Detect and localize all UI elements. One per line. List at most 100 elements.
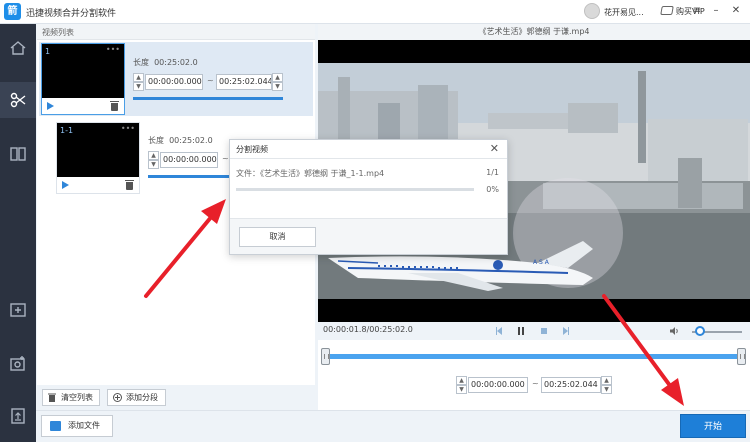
- length-label: 长度: [133, 58, 149, 67]
- up-arrow-icon[interactable]: ▲: [148, 151, 159, 160]
- scissors-icon: [10, 92, 26, 108]
- trash-icon[interactable]: [125, 180, 134, 190]
- clear-list-label: 清空列表: [61, 393, 93, 402]
- trash-icon[interactable]: [110, 101, 119, 111]
- preview-time-range: ▲ ▼ 00:00:00.000 ~ 00:25:02.044 ▲ ▼: [456, 376, 612, 394]
- play-icon[interactable]: [47, 102, 54, 110]
- timeline: [318, 346, 750, 366]
- end-time-stepper[interactable]: ▲ ▼: [601, 376, 612, 394]
- sidebar-item-export[interactable]: [0, 398, 36, 434]
- home-icon: [10, 41, 26, 55]
- diamond-icon: [660, 6, 674, 15]
- cancel-button[interactable]: 取消: [239, 227, 316, 247]
- timeline-track[interactable]: [324, 354, 744, 359]
- clip-label: 1-1: [60, 126, 74, 135]
- dialog-file-name: 文件：《艺术生活》郭德纲 于谦_1-1.mp4: [236, 169, 385, 178]
- sidebar-item-media-settings[interactable]: [0, 346, 36, 382]
- down-arrow-icon[interactable]: ▼: [601, 385, 612, 394]
- range-separator: ~: [207, 76, 214, 85]
- forward-icon[interactable]: [563, 327, 571, 335]
- timeline-end-handle[interactable]: [737, 348, 746, 365]
- add-segment-label: 添加分段: [126, 393, 158, 402]
- sidebar-item-home[interactable]: [0, 30, 36, 66]
- thumbnail-toolbar: [42, 98, 124, 114]
- video-list-title: 视频列表: [42, 28, 74, 37]
- thumbnail-toolbar: [57, 177, 139, 193]
- split-video-dialog: 分割视频 ✕ 文件：《艺术生活》郭德纲 于谦_1-1.mp4 1/1 0% 取消: [229, 139, 508, 255]
- sidebar-item-merge[interactable]: [0, 136, 36, 172]
- more-icon[interactable]: •••: [106, 45, 120, 54]
- menu-icon[interactable]: ≡: [690, 4, 704, 18]
- clear-list-button[interactable]: 清空列表: [42, 389, 100, 406]
- clip-thumbnail[interactable]: 1 •••: [41, 43, 125, 115]
- username[interactable]: 花开易见...: [604, 7, 644, 18]
- clip-time-range: ▲ ▼ 00:00:00.000 ~ 00:25:02.044 ▲ ▼: [133, 73, 283, 91]
- down-arrow-icon[interactable]: ▼: [456, 385, 467, 394]
- close-icon[interactable]: ✕: [490, 142, 499, 155]
- play-icon[interactable]: [62, 181, 69, 189]
- start-time-stepper[interactable]: ▲ ▼: [456, 376, 467, 394]
- up-arrow-icon[interactable]: ▲: [272, 73, 283, 82]
- avatar[interactable]: [584, 3, 600, 19]
- length-label: 长度: [148, 136, 164, 145]
- split-progress-bar: [236, 188, 474, 191]
- range-end-input[interactable]: 00:25:02.044: [541, 377, 601, 393]
- rewind-icon[interactable]: [494, 327, 502, 335]
- start-time-input[interactable]: 00:00:00.000: [160, 152, 218, 168]
- export-icon: [11, 408, 25, 424]
- aircraft-lettering: A S A: [533, 259, 550, 266]
- length-value: 00:25:02.0: [154, 58, 198, 67]
- dialog-footer: 取消: [230, 218, 507, 254]
- down-arrow-icon[interactable]: ▼: [272, 82, 283, 91]
- close-icon[interactable]: ✕: [729, 4, 743, 18]
- up-arrow-icon[interactable]: ▲: [133, 73, 144, 82]
- sidebar-item-split[interactable]: [0, 82, 36, 118]
- more-icon[interactable]: •••: [121, 124, 135, 133]
- player-controls: 00:00:01.8/00:25:02.0: [318, 322, 750, 340]
- preview-title: 《艺术生活》郭德纲 于谦.mp4: [318, 24, 750, 40]
- merge-icon: [10, 147, 26, 161]
- timeline-start-handle[interactable]: [321, 348, 330, 365]
- list-item[interactable]: 1 ••• 长度 00:25:02.0 ▲ ▼ 00:00:00.000 ~ 00…: [39, 42, 313, 116]
- clip-thumbnail[interactable]: 1-1 •••: [56, 122, 140, 194]
- pause-icon[interactable]: [517, 327, 525, 335]
- video-list-header: 视频列表: [37, 24, 315, 40]
- stop-icon[interactable]: [540, 327, 548, 335]
- volume-knob[interactable]: [695, 326, 705, 336]
- current-time: 00:00:01.8/00:25:02.0: [323, 325, 413, 334]
- clip-range-bar: [148, 175, 230, 178]
- sidebar: [0, 24, 36, 442]
- title-bar: 箭 迅捷视频合并分割软件 花开易见... 购买VIP ≡ – ✕: [0, 0, 750, 24]
- end-time-stepper[interactable]: ▲ ▼: [272, 73, 283, 91]
- split-progress-percent: 0%: [486, 185, 499, 194]
- up-arrow-icon[interactable]: ▲: [456, 376, 467, 385]
- add-file-label: 添加文件: [68, 421, 100, 430]
- add-clip-icon: [10, 303, 26, 317]
- add-circle-icon: [113, 393, 122, 402]
- dialog-header: 分割视频 ✕: [230, 140, 507, 159]
- start-button[interactable]: 开始: [680, 414, 746, 438]
- bottom-bar: 添加文件 开始: [36, 410, 750, 442]
- down-arrow-icon[interactable]: ▼: [133, 82, 144, 91]
- range-separator: ~: [532, 379, 539, 388]
- clip-length: 长度 00:25:02.0: [148, 135, 213, 146]
- range-separator: ~: [222, 154, 229, 163]
- add-segment-button[interactable]: 添加分段: [107, 389, 166, 406]
- start-time-stepper[interactable]: ▲ ▼: [133, 73, 144, 91]
- app-title: 迅捷视频合并分割软件: [26, 9, 117, 19]
- clip-length: 长度 00:25:02.0: [133, 57, 198, 68]
- up-arrow-icon[interactable]: ▲: [601, 376, 612, 385]
- start-time-input[interactable]: 00:00:00.000: [145, 74, 203, 90]
- length-value: 00:25:02.0: [169, 136, 213, 145]
- add-file-button[interactable]: 添加文件: [41, 415, 113, 437]
- down-arrow-icon[interactable]: ▼: [148, 160, 159, 169]
- range-start-input[interactable]: 00:00:00.000: [468, 377, 528, 393]
- end-time-input[interactable]: 00:25:02.044: [216, 74, 272, 90]
- trash-icon: [48, 393, 56, 402]
- sidebar-item-add-clip[interactable]: [0, 292, 36, 328]
- minimize-icon[interactable]: –: [709, 4, 723, 18]
- list-footer: 清空列表 添加分段: [37, 385, 315, 410]
- dialog-file-count: 1/1: [486, 168, 499, 177]
- start-time-stepper[interactable]: ▲ ▼: [148, 151, 159, 169]
- volume-icon[interactable]: [670, 327, 680, 335]
